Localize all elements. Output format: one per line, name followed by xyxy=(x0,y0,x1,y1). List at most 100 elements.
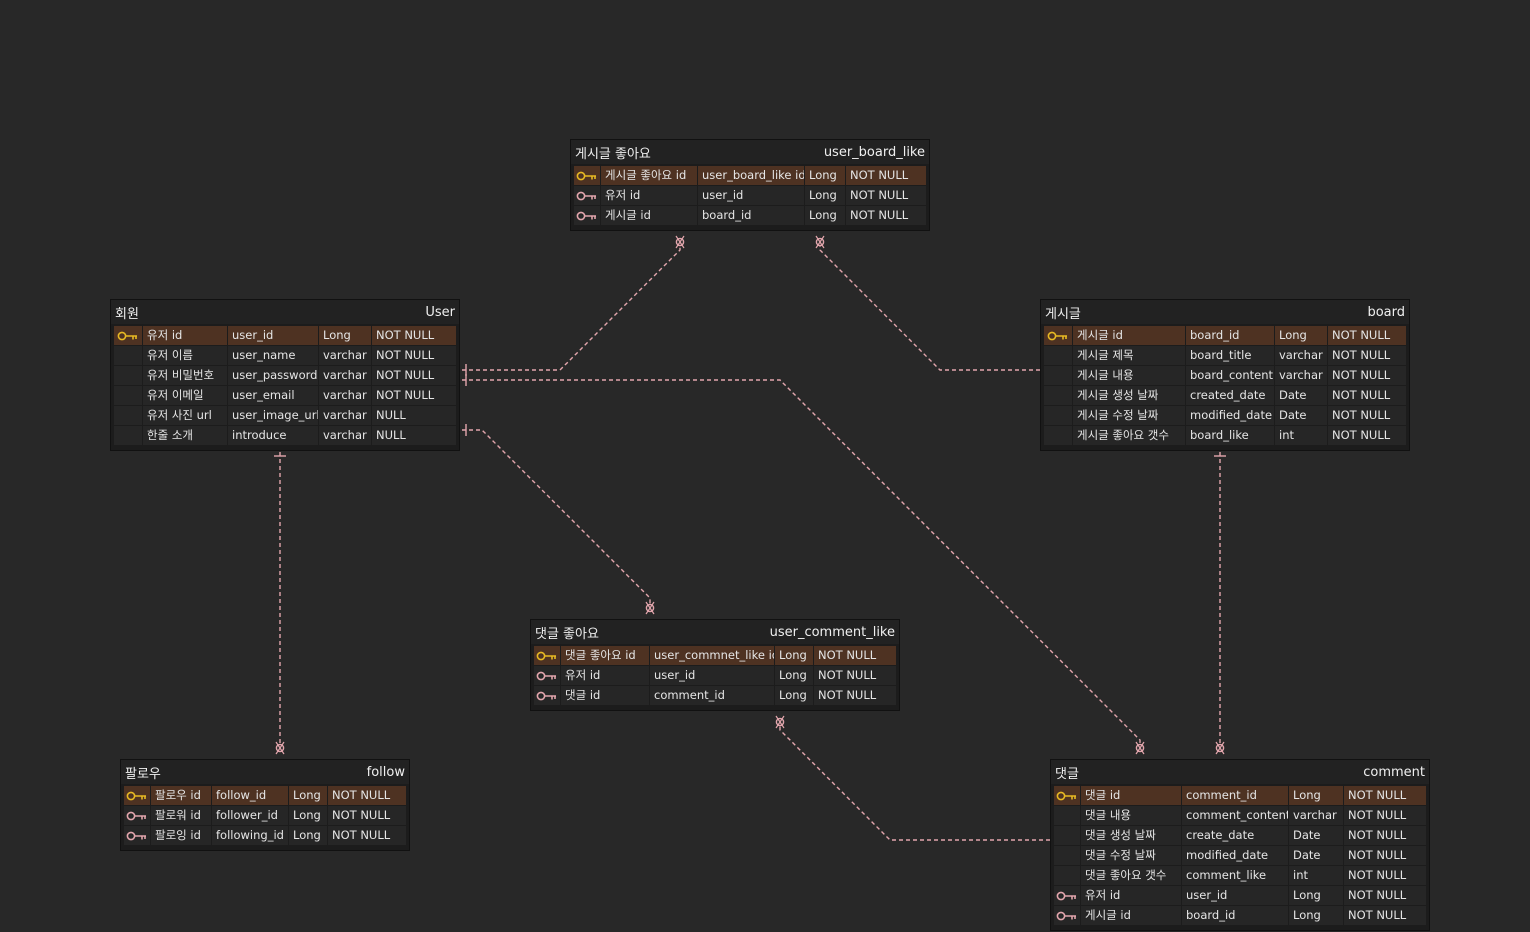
column-logical-name: 유저 id xyxy=(143,326,227,345)
column-row[interactable]: 댓글 id comment_id Long NOT NULL xyxy=(1054,786,1426,805)
column-row[interactable]: 팔로워 id follower_id Long NOT NULL xyxy=(124,806,406,825)
column-physical-name: board_id xyxy=(1186,326,1274,345)
column-row[interactable]: 댓글 좋아요 갯수 comment_like int NOT NULL xyxy=(1054,866,1426,885)
column-data-type: Long xyxy=(805,206,845,225)
key-cell-empty xyxy=(1044,426,1072,445)
column-row[interactable]: 게시글 id board_id Long NOT NULL xyxy=(574,206,926,225)
primary-key-icon xyxy=(1044,326,1072,345)
relationship-line xyxy=(819,238,1040,371)
column-row[interactable]: 한줄 소개 introduce varchar NULL xyxy=(114,426,456,445)
column-row[interactable]: 유저 id user_id Long NOT NULL xyxy=(114,326,456,345)
entity-user[interactable]: 회원 User 유저 id user_id Long NOT NULL 유저 이름 user_… xyxy=(111,300,459,450)
column-row[interactable]: 게시글 id board_id Long NOT NULL xyxy=(1044,326,1406,345)
column-row[interactable]: 댓글 좋아요 id user_commnet_like id Long NOT NUL… xyxy=(534,646,896,665)
column-physical-name: comment_like xyxy=(1182,866,1288,885)
entity-follow[interactable]: 팔로우 follow 팔로우 id follow_id Long NOT NULL 팔로워 … xyxy=(121,760,409,850)
column-row[interactable]: 댓글 내용 comment_content varchar NOT NULL xyxy=(1054,806,1426,825)
column-row[interactable]: 팔로잉 id following_id Long NOT NULL xyxy=(124,826,406,845)
column-data-type: Long xyxy=(1275,326,1327,345)
entity-columns: 댓글 좋아요 id user_commnet_like id Long NOT NUL… xyxy=(531,644,899,710)
column-row[interactable]: 게시글 id board_id Long NOT NULL xyxy=(1054,906,1426,925)
key-cell-empty xyxy=(1054,846,1080,865)
column-physical-name: board_id xyxy=(1182,906,1288,925)
column-logical-name: 댓글 수정 날짜 xyxy=(1081,846,1181,865)
key-cell-empty xyxy=(1054,806,1080,825)
column-nullability: NOT NULL xyxy=(1328,386,1406,405)
column-nullability: NOT NULL xyxy=(1344,846,1426,865)
column-row[interactable]: 유저 비밀번호 user_password varchar NOT NULL xyxy=(114,366,456,385)
column-row[interactable]: 유저 id user_id Long NOT NULL xyxy=(534,666,896,685)
column-logical-name: 게시글 id xyxy=(1081,906,1181,925)
column-logical-name: 댓글 생성 날짜 xyxy=(1081,826,1181,845)
column-logical-name: 댓글 좋아요 id xyxy=(561,646,649,665)
column-row[interactable]: 게시글 수정 날짜 modified_date Date NOT NULL xyxy=(1044,406,1406,425)
column-data-type: int xyxy=(1275,426,1327,445)
column-nullability: NOT NULL xyxy=(1344,826,1426,845)
column-nullability: NOT NULL xyxy=(328,826,406,845)
column-row[interactable]: 유저 id user_id Long NOT NULL xyxy=(574,186,926,205)
column-row[interactable]: 게시글 내용 board_content varchar NOT NULL xyxy=(1044,366,1406,385)
entity-user-board-like[interactable]: 게시글 좋아요 user_board_like 게시글 좋아요 id user_boa… xyxy=(571,140,929,230)
column-logical-name: 게시글 내용 xyxy=(1073,366,1185,385)
column-row[interactable]: 유저 id user_id Long NOT NULL xyxy=(1054,886,1426,905)
column-nullability: NOT NULL xyxy=(846,206,926,225)
entity-header: 게시글 좋아요 user_board_like xyxy=(571,140,929,164)
key-cell-empty xyxy=(114,386,142,405)
column-row[interactable]: 게시글 생성 날짜 created_date Date NOT NULL xyxy=(1044,386,1406,405)
relationship-line xyxy=(779,718,1050,841)
column-nullability: NOT NULL xyxy=(328,786,406,805)
column-nullability: NOT NULL xyxy=(1344,866,1426,885)
column-data-type: varchar xyxy=(1275,366,1327,385)
key-cell-empty xyxy=(1044,386,1072,405)
column-physical-name: board_title xyxy=(1186,346,1274,365)
foreign-key-icon xyxy=(574,186,600,205)
foreign-key-icon xyxy=(574,206,600,225)
column-nullability: NOT NULL xyxy=(1344,906,1426,925)
column-row[interactable]: 게시글 좋아요 갯수 board_like int NOT NULL xyxy=(1044,426,1406,445)
column-data-type: Date xyxy=(1289,826,1343,845)
entity-logical-title: 팔로우 xyxy=(125,766,161,782)
column-nullability: NOT NULL xyxy=(1328,426,1406,445)
column-physical-name: user_password xyxy=(228,366,318,385)
column-nullability: NOT NULL xyxy=(814,686,896,705)
column-data-type: Long xyxy=(1289,786,1343,805)
primary-key-icon xyxy=(124,786,150,805)
column-data-type: Date xyxy=(1275,386,1327,405)
column-nullability: NOT NULL xyxy=(814,666,896,685)
entity-comment[interactable]: 댓글 comment 댓글 id comment_id Long NOT NULL 댓글 내… xyxy=(1051,760,1429,930)
column-row[interactable]: 게시글 좋아요 id user_board_like id Long NOT NULL xyxy=(574,166,926,185)
column-data-type: Long xyxy=(775,646,813,665)
entity-board[interactable]: 게시글 board 게시글 id board_id Long NOT NULL 게시글 제목… xyxy=(1041,300,1409,450)
column-row[interactable]: 댓글 id comment_id Long NOT NULL xyxy=(534,686,896,705)
column-physical-name: user_id xyxy=(650,666,774,685)
column-data-type: Long xyxy=(289,786,327,805)
column-logical-name: 팔로워 id xyxy=(151,806,211,825)
column-data-type: varchar xyxy=(1275,346,1327,365)
column-logical-name: 팔로우 id xyxy=(151,786,211,805)
key-cell-empty xyxy=(1044,346,1072,365)
entity-columns: 게시글 id board_id Long NOT NULL 게시글 제목 board_ti… xyxy=(1041,324,1409,450)
column-data-type: varchar xyxy=(319,346,371,365)
column-data-type: varchar xyxy=(319,406,371,425)
entity-user-comment-like[interactable]: 댓글 좋아요 user_comment_like 댓글 좋아요 id user_com… xyxy=(531,620,899,710)
column-row[interactable]: 팔로우 id follow_id Long NOT NULL xyxy=(124,786,406,805)
column-physical-name: follower_id xyxy=(212,806,288,825)
column-physical-name: follow_id xyxy=(212,786,288,805)
column-row[interactable]: 유저 사진 url user_image_url varchar NULL xyxy=(114,406,456,425)
key-cell-empty xyxy=(114,406,142,425)
relationship-line xyxy=(462,429,651,612)
column-nullability: NOT NULL xyxy=(846,186,926,205)
column-physical-name: introduce xyxy=(228,426,318,445)
column-row[interactable]: 유저 이메일 user_email varchar NOT NULL xyxy=(114,386,456,405)
column-physical-name: comment_id xyxy=(650,686,774,705)
column-row[interactable]: 댓글 생성 날짜 create_date Date NOT NULL xyxy=(1054,826,1426,845)
column-physical-name: comment_content xyxy=(1182,806,1288,825)
column-logical-name: 유저 비밀번호 xyxy=(143,366,227,385)
column-row[interactable]: 댓글 수정 날짜 modified_date Date NOT NULL xyxy=(1054,846,1426,865)
column-row[interactable]: 유저 이름 user_name varchar NOT NULL xyxy=(114,346,456,365)
column-logical-name: 유저 id xyxy=(561,666,649,685)
column-row[interactable]: 게시글 제목 board_title varchar NOT NULL xyxy=(1044,346,1406,365)
column-data-type: Long xyxy=(289,826,327,845)
entity-columns: 게시글 좋아요 id user_board_like id Long NOT NULL… xyxy=(571,164,929,230)
entity-physical-name: follow xyxy=(366,764,405,780)
